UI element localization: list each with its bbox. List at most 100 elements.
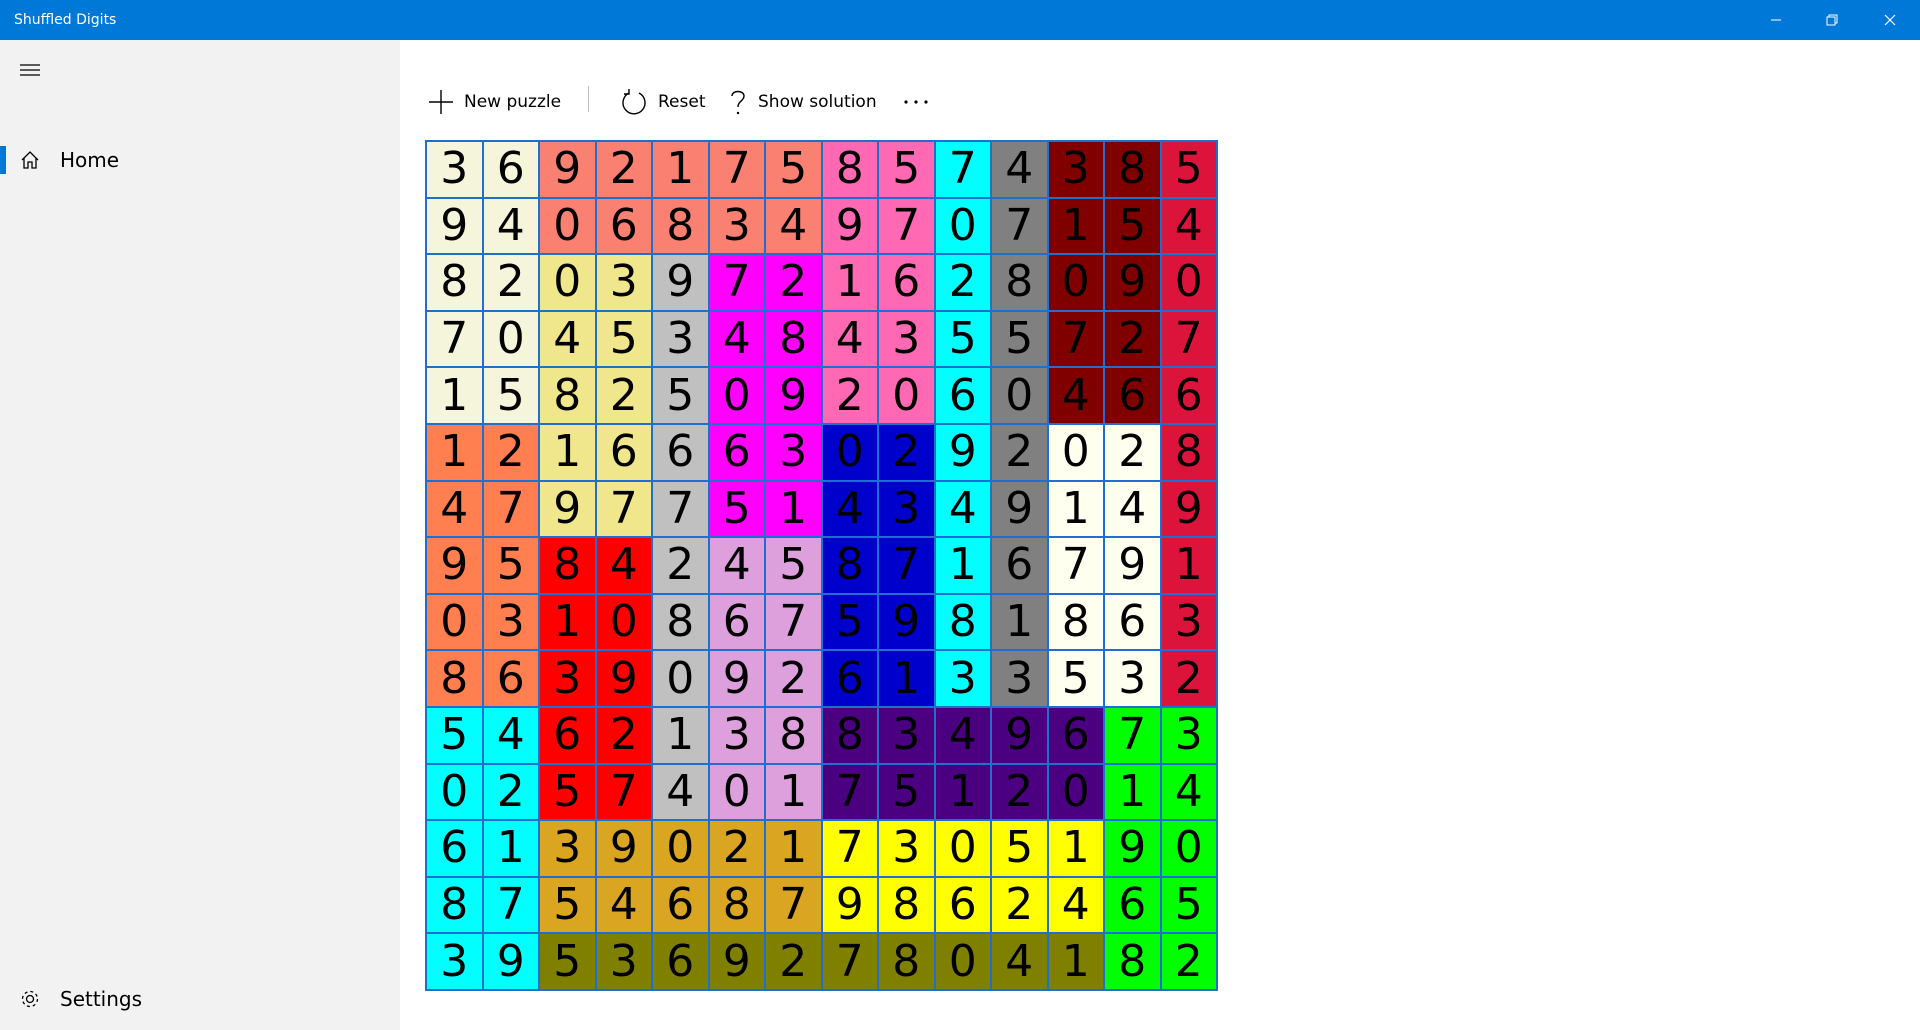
grid-cell[interactable]: 1 bbox=[1160, 537, 1217, 594]
grid-cell[interactable]: 2 bbox=[1160, 933, 1217, 990]
grid-cell[interactable]: 4 bbox=[1160, 197, 1217, 255]
grid-cell[interactable]: 4 bbox=[991, 141, 1048, 198]
grid-cell[interactable]: 7 bbox=[595, 763, 652, 821]
grid-cell[interactable]: 8 bbox=[934, 593, 991, 651]
grid-cell[interactable]: 3 bbox=[539, 650, 596, 707]
grid-cell[interactable]: 8 bbox=[1104, 933, 1161, 990]
grid-cell[interactable]: 0 bbox=[1047, 254, 1104, 311]
grid-cell[interactable]: 2 bbox=[765, 933, 822, 990]
grid-cell[interactable]: 9 bbox=[595, 820, 652, 877]
grid-cell[interactable]: 0 bbox=[426, 763, 483, 821]
grid-cell[interactable]: 8 bbox=[426, 650, 483, 707]
grid-cell[interactable]: 0 bbox=[482, 310, 539, 368]
grid-cell[interactable]: 2 bbox=[765, 650, 822, 707]
reset-button[interactable]: Reset bbox=[620, 80, 706, 124]
grid-cell[interactable]: 7 bbox=[1047, 537, 1104, 594]
grid-cell[interactable]: 2 bbox=[765, 254, 822, 311]
grid-cell[interactable]: 4 bbox=[482, 706, 539, 764]
grid-cell[interactable]: 6 bbox=[708, 423, 765, 481]
grid-cell[interactable]: 5 bbox=[878, 763, 935, 821]
grid-cell[interactable]: 8 bbox=[821, 537, 878, 594]
show-solution-button[interactable]: Show solution bbox=[728, 80, 877, 124]
grid-cell[interactable]: 7 bbox=[595, 480, 652, 538]
grid-cell[interactable]: 0 bbox=[652, 820, 709, 877]
grid-cell[interactable]: 8 bbox=[821, 141, 878, 198]
grid-cell[interactable]: 9 bbox=[878, 593, 935, 651]
grid-cell[interactable]: 1 bbox=[1047, 197, 1104, 255]
grid-cell[interactable]: 9 bbox=[991, 706, 1048, 764]
grid-cell[interactable]: 0 bbox=[1047, 763, 1104, 821]
grid-cell[interactable]: 2 bbox=[821, 367, 878, 424]
grid-cell[interactable]: 1 bbox=[652, 141, 709, 198]
grid-cell[interactable]: 4 bbox=[595, 876, 652, 934]
grid-cell[interactable]: 5 bbox=[539, 933, 596, 990]
grid-cell[interactable]: 0 bbox=[934, 820, 991, 877]
grid-cell[interactable]: 0 bbox=[1160, 254, 1217, 311]
grid-cell[interactable]: 1 bbox=[426, 423, 483, 481]
grid-cell[interactable]: 2 bbox=[991, 876, 1048, 934]
grid-cell[interactable]: 7 bbox=[1104, 706, 1161, 764]
grid-cell[interactable]: 6 bbox=[934, 367, 991, 424]
grid-cell[interactable]: 8 bbox=[708, 876, 765, 934]
grid-cell[interactable]: 9 bbox=[1104, 537, 1161, 594]
grid-cell[interactable]: 3 bbox=[539, 820, 596, 877]
grid-cell[interactable]: 5 bbox=[765, 537, 822, 594]
grid-cell[interactable]: 7 bbox=[878, 197, 935, 255]
grid-cell[interactable]: 9 bbox=[426, 537, 483, 594]
grid-cell[interactable]: 8 bbox=[652, 197, 709, 255]
grid-cell[interactable]: 8 bbox=[1104, 141, 1161, 198]
grid-cell[interactable]: 0 bbox=[595, 593, 652, 651]
grid-cell[interactable]: 7 bbox=[708, 141, 765, 198]
grid-cell[interactable]: 1 bbox=[426, 367, 483, 424]
grid-cell[interactable]: 6 bbox=[652, 933, 709, 990]
grid-cell[interactable]: 4 bbox=[765, 197, 822, 255]
grid-cell[interactable]: 9 bbox=[539, 141, 596, 198]
grid-cell[interactable]: 4 bbox=[1104, 480, 1161, 538]
grid-cell[interactable]: 2 bbox=[708, 820, 765, 877]
grid-cell[interactable]: 4 bbox=[1047, 367, 1104, 424]
grid-cell[interactable]: 7 bbox=[1047, 310, 1104, 368]
grid-cell[interactable]: 9 bbox=[595, 650, 652, 707]
grid-cell[interactable]: 8 bbox=[426, 876, 483, 934]
grid-cell[interactable]: 0 bbox=[878, 367, 935, 424]
grid-cell[interactable]: 1 bbox=[765, 480, 822, 538]
grid-cell[interactable]: 9 bbox=[708, 650, 765, 707]
grid-cell[interactable]: 1 bbox=[934, 763, 991, 821]
grid-cell[interactable]: 8 bbox=[991, 254, 1048, 311]
grid-cell[interactable]: 8 bbox=[539, 367, 596, 424]
grid-cell[interactable]: 5 bbox=[934, 310, 991, 368]
grid-cell[interactable]: 7 bbox=[991, 197, 1048, 255]
grid-cell[interactable]: 7 bbox=[765, 593, 822, 651]
grid-cell[interactable]: 3 bbox=[652, 310, 709, 368]
grid-cell[interactable]: 4 bbox=[708, 310, 765, 368]
grid-cell[interactable]: 5 bbox=[1160, 141, 1217, 198]
grid-cell[interactable]: 2 bbox=[482, 423, 539, 481]
grid-cell[interactable]: 0 bbox=[539, 254, 596, 311]
grid-cell[interactable]: 6 bbox=[1047, 706, 1104, 764]
grid-cell[interactable]: 9 bbox=[991, 480, 1048, 538]
grid-cell[interactable]: 9 bbox=[708, 933, 765, 990]
grid-cell[interactable]: 6 bbox=[482, 650, 539, 707]
grid-cell[interactable]: 0 bbox=[426, 593, 483, 651]
grid-cell[interactable]: 4 bbox=[708, 537, 765, 594]
new-puzzle-button[interactable]: New puzzle bbox=[428, 80, 561, 124]
grid-cell[interactable]: 2 bbox=[991, 763, 1048, 821]
grid-cell[interactable]: 8 bbox=[1160, 423, 1217, 481]
grid-cell[interactable]: 7 bbox=[1160, 310, 1217, 368]
grid-cell[interactable]: 0 bbox=[539, 197, 596, 255]
grid-cell[interactable]: 4 bbox=[652, 763, 709, 821]
grid-cell[interactable]: 5 bbox=[1047, 650, 1104, 707]
nav-item-settings[interactable]: Settings bbox=[0, 975, 400, 1023]
grid-cell[interactable]: 8 bbox=[1047, 593, 1104, 651]
grid-cell[interactable]: 2 bbox=[482, 763, 539, 821]
grid-cell[interactable]: 0 bbox=[1160, 820, 1217, 877]
grid-cell[interactable]: 6 bbox=[595, 423, 652, 481]
grid-cell[interactable]: 6 bbox=[991, 537, 1048, 594]
grid-cell[interactable]: 6 bbox=[1104, 876, 1161, 934]
grid-cell[interactable]: 3 bbox=[1160, 593, 1217, 651]
grid-cell[interactable]: 2 bbox=[878, 423, 935, 481]
grid-cell[interactable]: 3 bbox=[426, 141, 483, 198]
grid-cell[interactable]: 1 bbox=[765, 763, 822, 821]
grid-cell[interactable]: 7 bbox=[482, 480, 539, 538]
grid-cell[interactable]: 9 bbox=[426, 197, 483, 255]
